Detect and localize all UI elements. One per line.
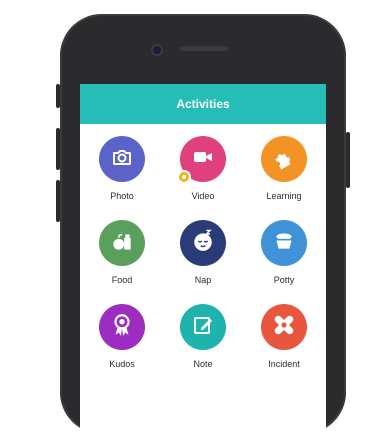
activity-photo[interactable]: Photo	[82, 136, 162, 202]
activity-nap[interactable]: Nap	[163, 220, 243, 286]
food-icon	[109, 228, 135, 259]
activity-label: Photo	[110, 191, 134, 201]
front-camera	[153, 46, 161, 54]
activity-video-circle	[179, 136, 226, 182]
activity-label: Learning	[266, 191, 302, 201]
puzzle-icon	[271, 144, 297, 175]
activity-learning-circle	[261, 136, 307, 182]
power-button	[346, 132, 350, 188]
bandage-icon	[270, 311, 298, 344]
baby-sleeping-icon	[189, 227, 217, 260]
activity-kudos-circle	[99, 304, 145, 350]
activity-incident[interactable]: Incident	[244, 304, 324, 370]
activity-kudos[interactable]: Kudos	[82, 304, 162, 370]
activity-note-circle	[180, 304, 226, 350]
activity-potty-circle	[261, 220, 307, 266]
potty-icon	[271, 228, 297, 259]
edit-note-icon	[191, 313, 215, 342]
activity-learning[interactable]: Learning	[244, 136, 324, 202]
activity-label: Note	[193, 359, 213, 369]
activity-label: Incident	[268, 359, 300, 369]
activity-food[interactable]: Food	[82, 220, 162, 286]
activity-nap-circle	[180, 220, 226, 266]
activity-label: Kudos	[109, 359, 135, 369]
award-ribbon-icon	[109, 312, 135, 343]
new-item-badge	[179, 172, 189, 182]
activity-video[interactable]: Video	[163, 136, 243, 202]
activity-label: Food	[111, 275, 133, 285]
activity-label: Nap	[194, 275, 212, 285]
video-camera-icon	[191, 145, 215, 174]
phone-frame: Activities Photo Video Learning Food Nap…	[60, 14, 346, 434]
activity-incident-circle	[261, 304, 307, 350]
camera-icon	[110, 145, 134, 174]
activity-label: Video	[191, 191, 215, 201]
activity-potty[interactable]: Potty	[244, 220, 324, 286]
activity-food-circle	[99, 220, 145, 266]
activity-photo-circle	[99, 136, 145, 182]
activity-label: Potty	[273, 275, 295, 285]
activity-note[interactable]: Note	[163, 304, 243, 370]
earpiece-speaker	[180, 46, 228, 51]
app-screen: Activities Photo Video Learning Food Nap…	[80, 84, 326, 434]
activities-header: Activities	[80, 84, 326, 124]
page-title: Activities	[176, 97, 230, 111]
